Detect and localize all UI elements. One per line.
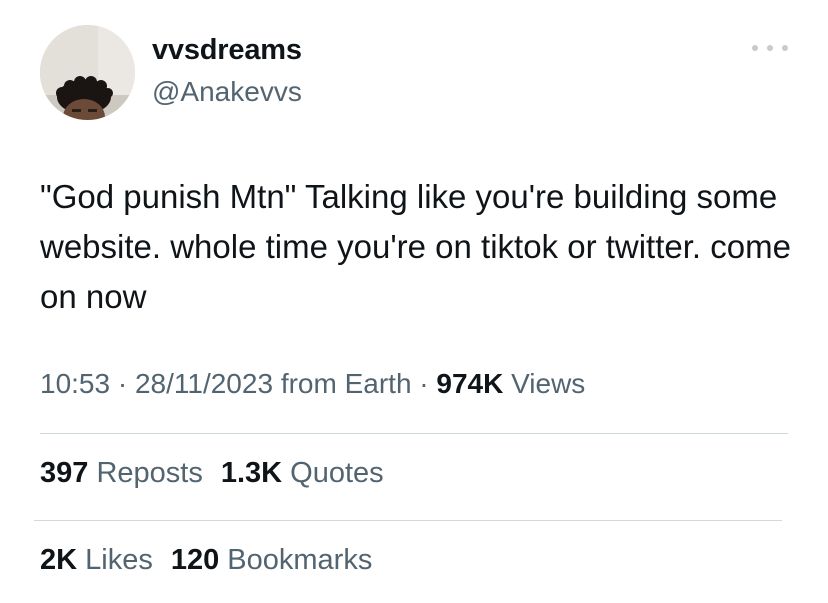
- tweet-source: from Earth: [280, 368, 412, 399]
- user-handle[interactable]: @Anakevvs: [152, 76, 302, 108]
- divider: [34, 520, 782, 521]
- bookmarks-count: 120: [170, 544, 220, 576]
- likes-label: Likes: [85, 544, 153, 576]
- tweet-date[interactable]: 28/11/2023: [135, 368, 273, 399]
- tweet-meta: 10:53 · 28/11/2023 from Earth · 974K Vie…: [40, 368, 585, 400]
- bookmarks-stat[interactable]: 120 Bookmarks: [171, 544, 373, 576]
- views-count: 974K: [436, 368, 504, 399]
- likes-stat[interactable]: 2K Likes: [40, 544, 153, 576]
- divider: [40, 433, 788, 434]
- views-label: Views: [511, 368, 586, 399]
- views-stat[interactable]: 974K Views: [436, 368, 585, 399]
- dot: [782, 45, 788, 51]
- tweet-text: "God punish Mtn" Talking like you're bui…: [40, 178, 791, 315]
- likes-count: 2K: [40, 544, 78, 576]
- more-dots-icon[interactable]: [752, 38, 788, 58]
- reposts-count: 397: [40, 457, 89, 489]
- reposts-stat[interactable]: 397 Reposts: [40, 457, 203, 489]
- quotes-stat[interactable]: 1.3K Quotes: [221, 457, 384, 489]
- tweet-card: vvsdreams @Anakevvs "God punish Mtn" Tal…: [0, 0, 828, 603]
- display-name[interactable]: vvsdreams: [152, 34, 302, 67]
- meta-separator: ·: [117, 368, 128, 399]
- avatar[interactable]: [40, 25, 135, 120]
- avatar-photo: [40, 25, 135, 120]
- dot: [767, 45, 773, 51]
- meta-separator: ·: [419, 368, 429, 399]
- tweet-time[interactable]: 10:53: [40, 368, 110, 399]
- quotes-label: Quotes: [290, 457, 384, 489]
- quotes-count: 1.3K: [220, 457, 283, 489]
- stats-row-likes-bookmarks: 2K Likes 120 Bookmarks: [40, 544, 372, 577]
- reposts-label: Reposts: [96, 457, 203, 489]
- bookmarks-label: Bookmarks: [227, 544, 373, 576]
- dot: [752, 45, 758, 51]
- stats-row-reposts-quotes: 397 Reposts 1.3K Quotes: [40, 457, 384, 490]
